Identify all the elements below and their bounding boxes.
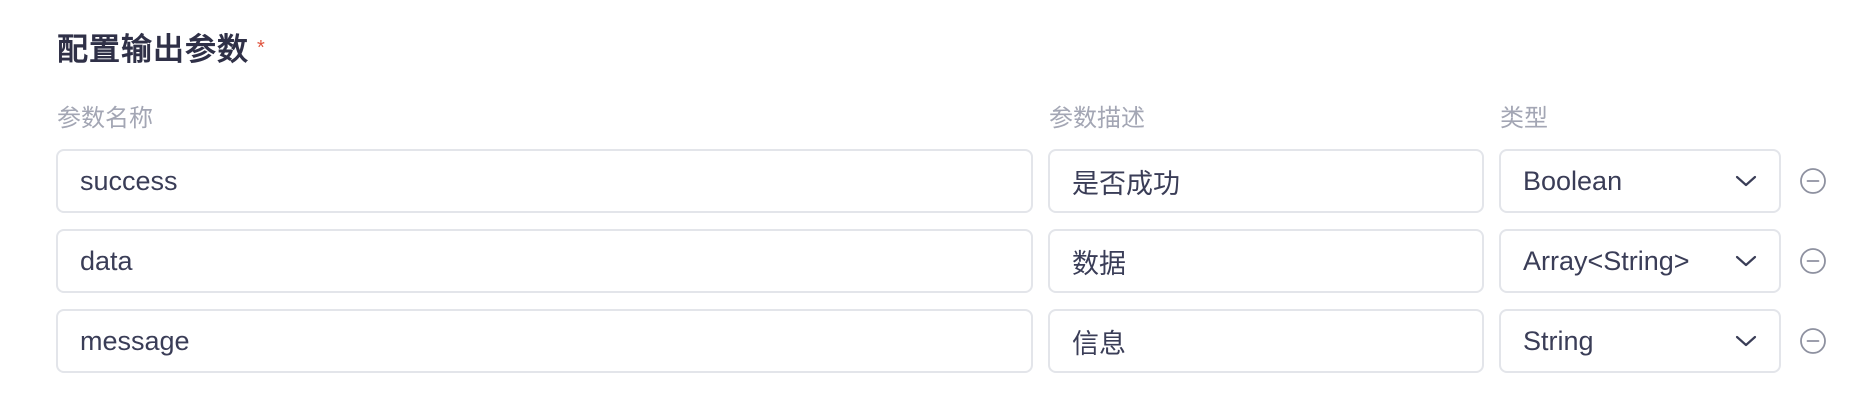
param-type-value: String: [1523, 325, 1594, 356]
param-row: success 是否成功 Boolean: [0, 149, 1874, 213]
param-description-value: 数据: [1072, 248, 1126, 279]
param-type-select[interactable]: Array<String>: [1499, 229, 1781, 293]
param-description-input[interactable]: 信息: [1048, 309, 1484, 373]
page-title: 配置输出参数 *: [57, 24, 266, 68]
param-name-value: success: [80, 165, 178, 196]
param-name-value: message: [80, 325, 190, 356]
required-mark: *: [257, 36, 266, 59]
param-type-select[interactable]: String: [1499, 309, 1781, 373]
param-description-input[interactable]: 是否成功: [1048, 149, 1484, 213]
chevron-down-icon: [1735, 335, 1757, 347]
minus-circle-icon[interactable]: [1799, 167, 1827, 195]
column-header-description: 参数描述: [1049, 105, 1145, 132]
minus-circle-icon[interactable]: [1799, 247, 1827, 275]
column-header-name: 参数名称: [57, 105, 153, 132]
param-type-value: Boolean: [1523, 165, 1623, 196]
minus-circle-icon[interactable]: [1799, 327, 1827, 355]
param-description-input[interactable]: 数据: [1048, 229, 1484, 293]
param-row: message 信息 String: [0, 309, 1874, 373]
param-name-input[interactable]: success: [56, 149, 1033, 213]
param-name-value: data: [80, 245, 133, 276]
chevron-down-icon: [1735, 255, 1757, 267]
chevron-down-icon: [1735, 175, 1757, 187]
param-description-value: 信息: [1072, 328, 1126, 359]
param-type-value: Array<String>: [1523, 245, 1690, 276]
param-type-select[interactable]: Boolean: [1499, 149, 1781, 213]
param-name-input[interactable]: data: [56, 229, 1033, 293]
column-header-type: 类型: [1500, 105, 1548, 132]
param-name-input[interactable]: message: [56, 309, 1033, 373]
param-description-value: 是否成功: [1072, 168, 1180, 199]
section-title: 配置输出参数: [57, 31, 249, 67]
param-row: data 数据 Array<String>: [0, 229, 1874, 293]
